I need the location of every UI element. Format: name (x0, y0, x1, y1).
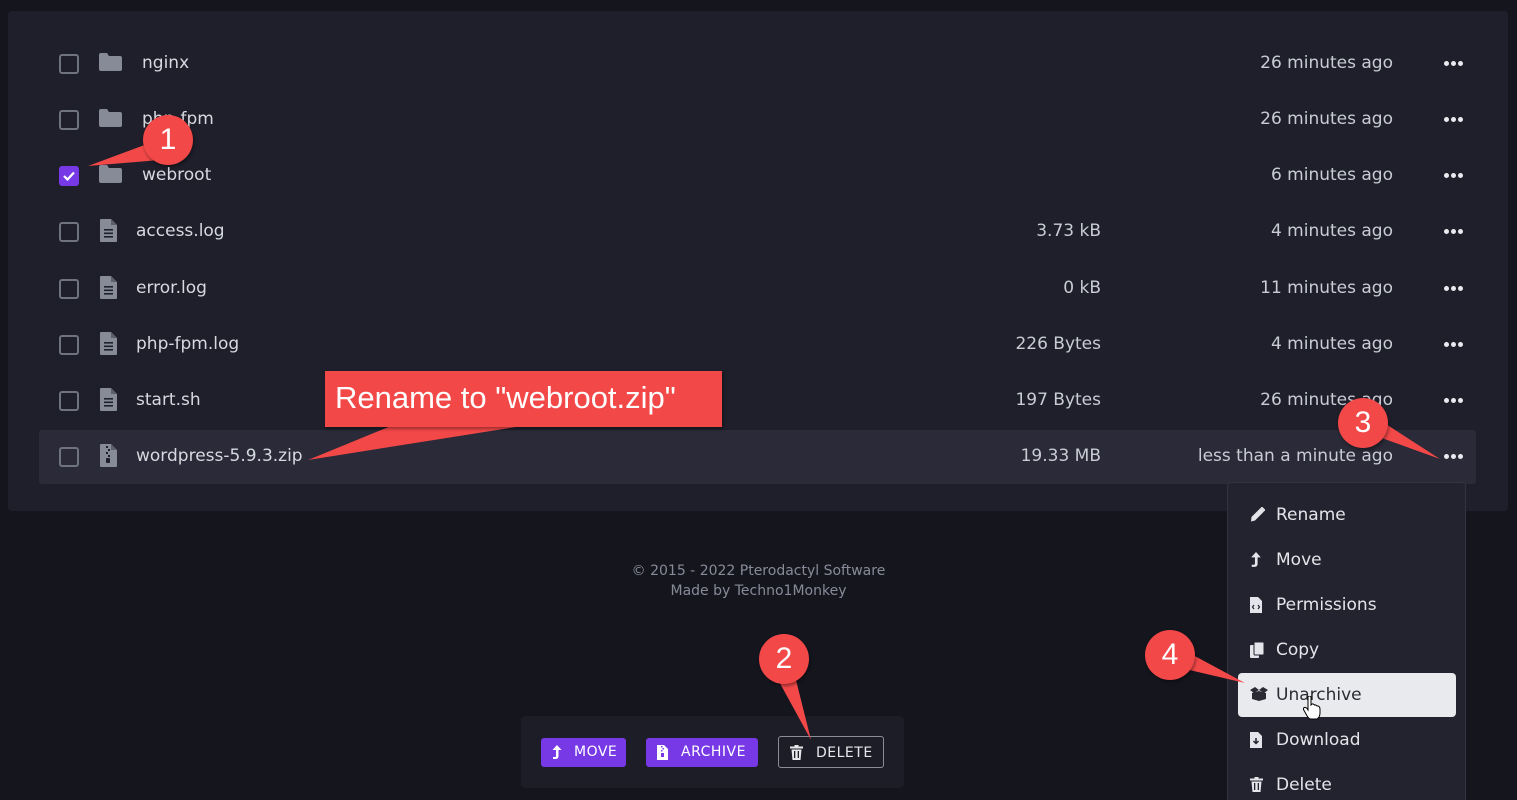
annotation-badge-3: 3 (1338, 398, 1388, 448)
annotation-arrows (88, 143, 1440, 740)
annotation-callout-rename: Rename to "webroot.zip" (325, 371, 722, 427)
annotation-badge-4: 4 (1145, 630, 1195, 680)
annotation-badge-1: 1 (143, 115, 193, 165)
annotation-badge-2: 2 (759, 634, 809, 684)
